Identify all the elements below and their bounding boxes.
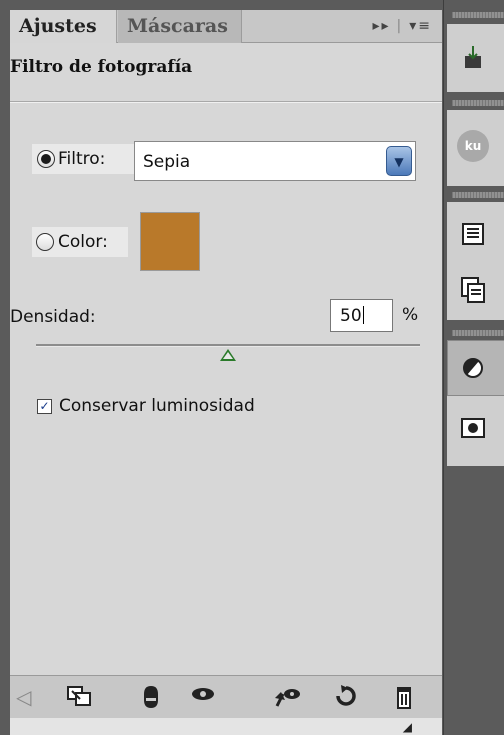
collapse-panel-icon[interactable]: ▸▸ <box>372 18 390 34</box>
tab-mascaras[interactable]: Máscaras <box>118 10 242 43</box>
color-label: Color: <box>58 232 108 252</box>
divider: | <box>396 18 404 34</box>
panel-bottom-bar: ◁ <box>10 675 442 718</box>
panel-menu-icon[interactable]: ▾≡ <box>409 18 432 34</box>
panel-controls: ▸▸ | ▾≡ <box>372 10 432 43</box>
page-title: Filtro de fotografía <box>10 57 193 77</box>
tab-ajustes[interactable]: Ajustes <box>10 10 117 43</box>
layer-comps-icon[interactable] <box>457 274 489 306</box>
adjustments-icon[interactable] <box>457 352 489 384</box>
icon-dock: ku <box>443 0 504 735</box>
dock-group: ku <box>447 110 504 186</box>
panel-content: Filtro de fotografía Filtro: Sepia ▼ Col… <box>10 43 442 675</box>
density-input[interactable]: 50 <box>330 299 393 332</box>
filter-radio[interactable] <box>37 150 55 168</box>
dock-group <box>447 202 504 320</box>
dock-group <box>447 340 504 466</box>
density-label: Densidad: <box>10 307 96 327</box>
expand-view-icon[interactable] <box>66 684 92 710</box>
density-unit: % <box>402 305 419 325</box>
resize-handle-icon[interactable]: ◢ <box>403 720 412 734</box>
visibility-eye-icon[interactable] <box>190 684 216 710</box>
clip-layer-icon[interactable] <box>140 684 162 710</box>
panel-tab-bar: Ajustes Máscaras ▸▸ | ▾≡ <box>10 10 442 43</box>
divider <box>10 101 442 103</box>
masks-icon[interactable] <box>457 412 489 444</box>
dock-group <box>447 24 504 92</box>
filter-dropdown-value: Sepia <box>143 152 191 172</box>
text-caret <box>362 306 364 324</box>
color-radio[interactable] <box>36 233 54 251</box>
dock-grip[interactable] <box>452 12 504 18</box>
adjustments-panel: Ajustes Máscaras ▸▸ | ▾≡ Filtro de fotogra… <box>0 0 443 735</box>
back-arrow-icon[interactable]: ◁ <box>16 684 31 710</box>
view-previous-state-icon[interactable] <box>273 684 303 710</box>
navigator-icon[interactable] <box>457 42 489 74</box>
density-value: 50 <box>340 306 362 326</box>
kuler-icon[interactable]: ku <box>457 130 489 162</box>
density-slider-thumb[interactable] <box>220 349 236 361</box>
dock-grip[interactable] <box>452 330 504 336</box>
kuler-badge: ku <box>457 130 489 162</box>
chevron-down-icon[interactable]: ▼ <box>386 146 412 176</box>
trash-icon[interactable] <box>393 684 415 710</box>
dock-grip[interactable] <box>452 192 504 198</box>
status-strip: ◢ <box>10 718 442 735</box>
dock-grip[interactable] <box>452 100 504 106</box>
reset-icon[interactable] <box>334 684 358 710</box>
filter-dropdown[interactable]: Sepia ▼ <box>134 141 416 181</box>
color-swatch[interactable] <box>140 212 200 271</box>
density-slider-track[interactable] <box>36 344 420 347</box>
preserve-luminosity-label: Conservar luminosidad <box>59 396 255 416</box>
info-panel-icon[interactable] <box>457 218 489 250</box>
filter-label: Filtro: <box>58 149 106 169</box>
preserve-luminosity-checkbox[interactable]: ✓ <box>37 399 52 414</box>
